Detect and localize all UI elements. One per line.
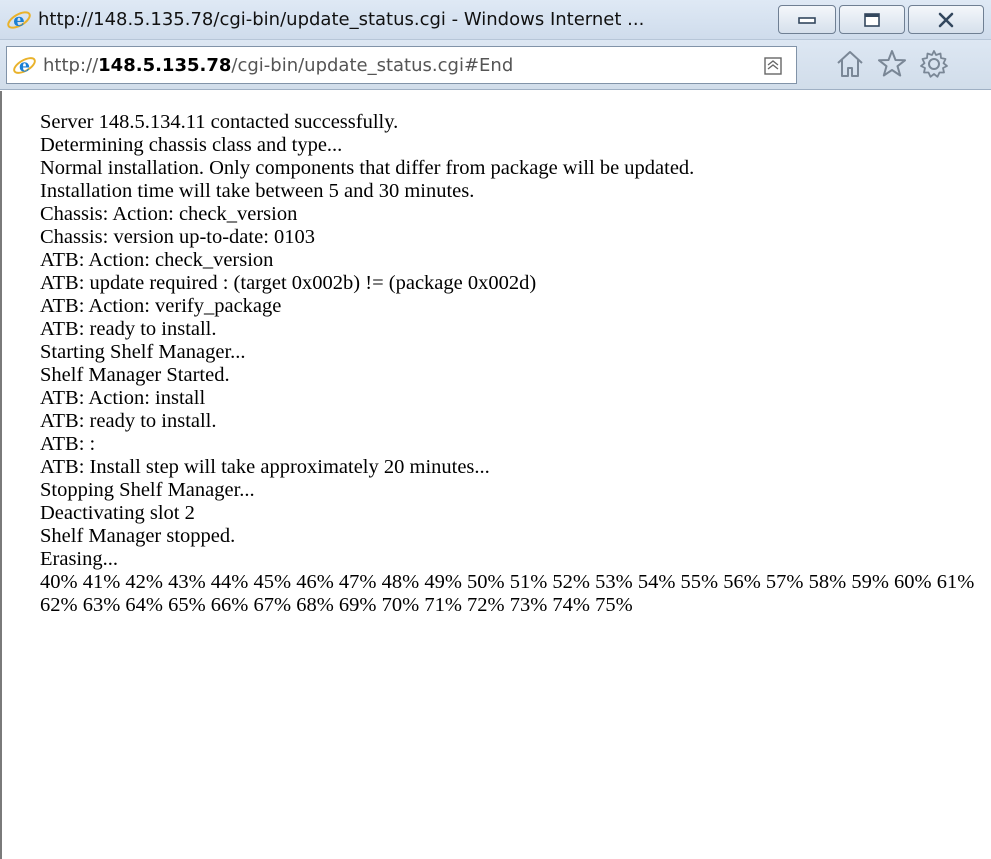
log-line: Shelf Manager stopped. [40, 525, 236, 547]
home-icon[interactable] [834, 48, 866, 80]
url-prefix: http:// [43, 55, 99, 76]
svg-text:e: e [19, 56, 30, 76]
log-line: Shelf Manager Started. [40, 364, 230, 386]
erase-progress-text: 40% 41% 42% 43% 44% 45% 46% 47% 48% 49% … [40, 571, 975, 616]
log-line: Chassis: version up-to-date: 0103 [40, 226, 316, 248]
log-line: Server 148.5.134.11 contacted successful… [40, 111, 399, 133]
ie-icon: e [7, 10, 31, 31]
update-status-log: Server 148.5.134.11 contacted successful… [40, 111, 980, 617]
log-line: Normal installation. Only components tha… [40, 157, 695, 179]
log-line: ATB: Install step will take approximatel… [40, 456, 490, 478]
log-line: ATB: : [40, 433, 96, 455]
log-line: ATB: ready to install. [40, 318, 217, 340]
browser-window: e http://148.5.135.78/cgi-bin/update_sta… [0, 0, 991, 859]
favorites-star-icon[interactable] [876, 48, 908, 80]
compatibility-view-icon[interactable] [763, 56, 783, 76]
address-toolbar: e http://148.5.135.78/cgi-bin/update_sta… [0, 40, 991, 90]
minimize-icon [798, 16, 816, 24]
window-title: http://148.5.135.78/cgi-bin/update_statu… [38, 9, 645, 30]
log-line: ATB: ready to install. [40, 410, 217, 432]
ie-page-icon: e [13, 56, 36, 76]
title-bar[interactable]: e http://148.5.135.78/cgi-bin/update_sta… [0, 0, 991, 40]
close-icon [938, 12, 954, 27]
log-line: Deactivating slot 2 [40, 502, 195, 524]
maximize-button[interactable] [839, 5, 905, 34]
log-line: Determining chassis class and type... [40, 134, 343, 156]
log-line: ATB: update required : (target 0x002b) !… [40, 272, 537, 294]
log-line: Chassis: Action: check_version [40, 203, 298, 225]
address-bar[interactable]: e http://148.5.135.78/cgi-bin/update_sta… [6, 46, 797, 84]
log-line: Installation time will take between 5 an… [40, 180, 475, 202]
url-text[interactable]: http://148.5.135.78/cgi-bin/update_statu… [43, 55, 513, 76]
log-line: ATB: Action: install [40, 387, 206, 409]
log-line: Stopping Shelf Manager... [40, 479, 255, 501]
svg-text:e: e [13, 10, 24, 31]
log-line: Erasing... [40, 548, 118, 570]
tools-gear-icon[interactable] [918, 48, 950, 80]
url-path: /cgi-bin/update_status.cgi#End [231, 55, 514, 76]
log-line: ATB: Action: verify_package [40, 295, 282, 317]
log-line: ATB: Action: check_version [40, 249, 274, 271]
minimize-button[interactable] [778, 5, 836, 34]
log-line: Starting Shelf Manager... [40, 341, 246, 363]
url-host: 148.5.135.78 [98, 55, 232, 76]
close-button[interactable] [908, 5, 984, 34]
page-content: Server 148.5.134.11 contacted successful… [0, 91, 991, 859]
maximize-icon [864, 12, 880, 27]
